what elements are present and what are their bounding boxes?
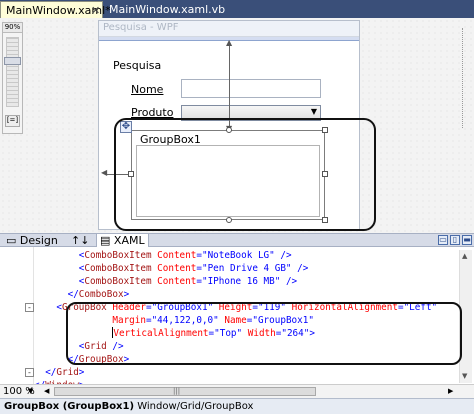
design-scroll-guide — [462, 28, 463, 128]
close-icon[interactable]: ✕ — [91, 4, 100, 17]
code-line[interactable]: </ComboBox> — [34, 288, 130, 301]
horizontal-scroll-thumb[interactable]: ||| — [54, 387, 316, 396]
split-horizontal-icon[interactable]: ▭ — [438, 235, 448, 245]
design-highlight-outline — [114, 118, 376, 231]
code-line[interactable]: <ComboBoxItem Content="IPhone 16 MB" /> — [34, 275, 297, 288]
arrow-left-icon: ◀ — [101, 168, 108, 177]
nome-label-text: Nome — [131, 83, 164, 96]
tab-label: MainWindow.xaml.vb — [109, 3, 226, 16]
chevron-down-icon: ▼ — [310, 107, 317, 116]
zoom-slider-track[interactable] — [6, 37, 19, 107]
scroll-left-icon[interactable]: ◀ — [44, 387, 49, 395]
code-line[interactable]: <ComboBoxItem Content="Pen Drive 4 GB" /… — [34, 262, 309, 275]
xaml-file-icon: ▤ — [100, 234, 111, 247]
zoom-percent-label: 90% — [3, 23, 22, 33]
design-icon: ▭ — [6, 234, 17, 247]
code-highlight-outline — [66, 302, 462, 365]
tab-mainwindow-xaml-vb[interactable]: MainWindow.xaml.vb — [104, 1, 225, 18]
top-margin-guide — [229, 44, 230, 129]
fold-icon[interactable]: - — [25, 368, 34, 377]
breadcrumb-selected-element[interactable]: GroupBox (GroupBox1) — [4, 401, 134, 412]
view-split-bar: ▭ Design ↑↓ ▤ XAML ▭ ▯ ▬ — [0, 233, 474, 247]
wpf-window-title: Pesquisa - WPF — [99, 21, 359, 37]
editor-gutter: - - — [0, 247, 34, 384]
design-view-tab[interactable]: ▭ Design — [3, 234, 61, 247]
breadcrumb-path[interactable]: Window/Grid/GroupBox — [137, 401, 253, 412]
split-vertical-icon[interactable]: ▯ — [450, 235, 460, 245]
arrow-up-icon: ▲ — [226, 38, 233, 47]
design-tab-label: Design — [19, 234, 58, 247]
code-line[interactable]: </Grid> — [34, 366, 84, 379]
scroll-right-icon[interactable]: ▶ — [448, 387, 453, 395]
nome-textbox[interactable] — [181, 79, 321, 98]
chevron-down-icon[interactable]: ▼ — [28, 387, 33, 395]
xaml-view-tab[interactable]: ▤ XAML — [96, 234, 149, 247]
fold-icon[interactable]: - — [25, 303, 34, 312]
scroll-up-icon[interactable]: ▲ — [462, 252, 467, 260]
document-tab-strip: MainWindow.xaml* ✕ MainWindow.xaml.vb — [0, 0, 474, 18]
pesquisa-label[interactable]: Pesquisa — [113, 59, 161, 72]
zoom-fit-button[interactable]: [=] — [5, 115, 20, 127]
selection-breadcrumb: GroupBox (GroupBox1) Window/Grid/GroupBo… — [0, 398, 474, 414]
zoom-slider-panel: 90% [=] — [2, 22, 23, 134]
tab-mainwindow-xaml[interactable]: MainWindow.xaml* ✕ — [0, 1, 111, 18]
swap-icon[interactable]: ↑↓ — [68, 234, 92, 247]
grip-icon: ||| — [173, 387, 181, 395]
editor-horizontal-scrollbar[interactable]: 100 % ▼ ◀ ||| ▶ — [0, 384, 474, 398]
xaml-tab-label: XAML — [113, 234, 145, 247]
nome-label[interactable]: Nome — [131, 83, 163, 96]
collapse-pane-icon[interactable]: ▬ — [462, 235, 472, 245]
code-line[interactable]: <ComboBoxItem Content="NoteBook LG" /> — [34, 249, 292, 262]
scroll-down-icon[interactable]: ▼ — [462, 372, 467, 380]
zoom-slider-thumb[interactable] — [4, 57, 21, 65]
